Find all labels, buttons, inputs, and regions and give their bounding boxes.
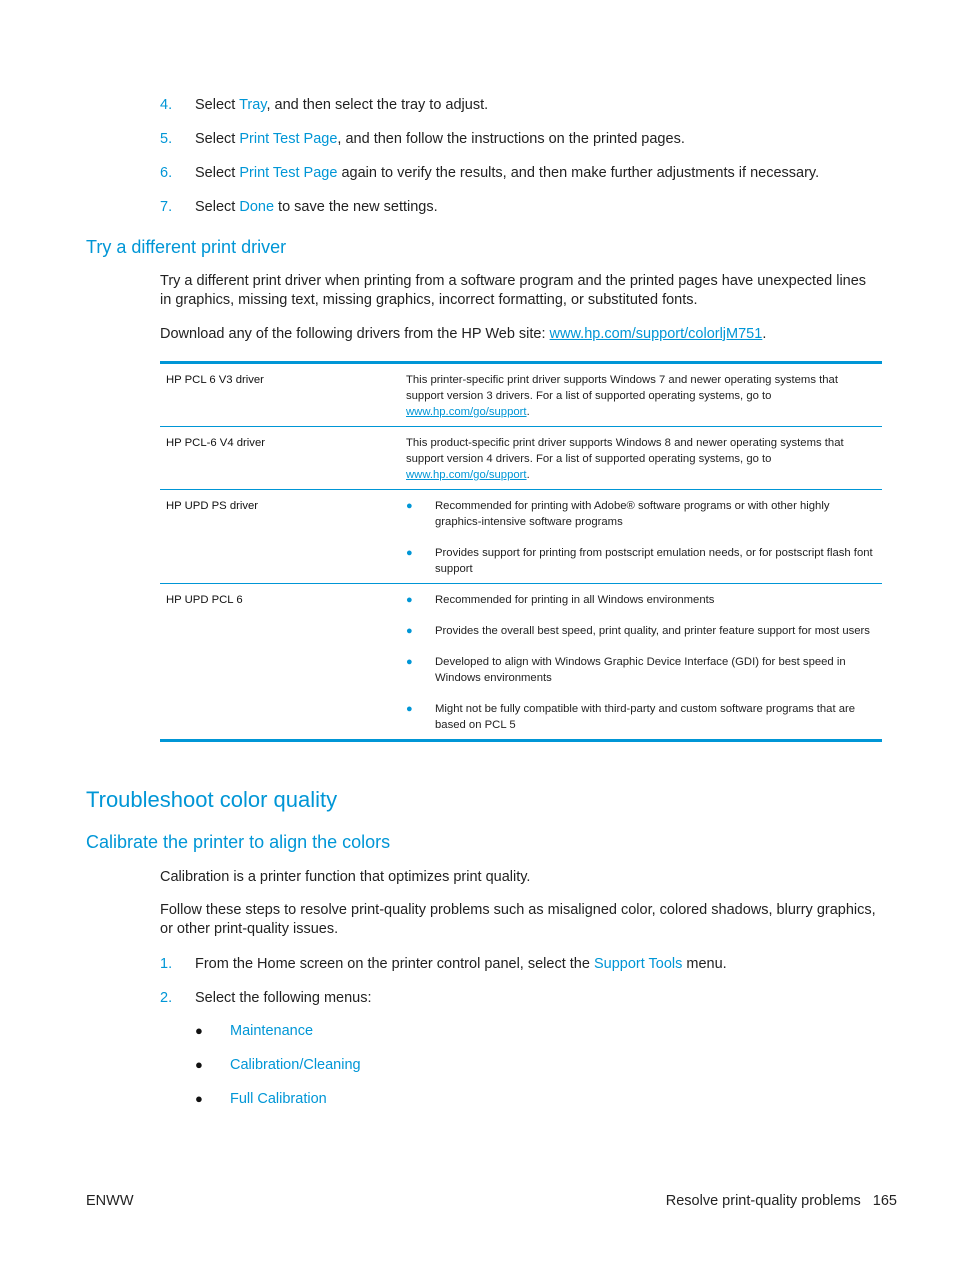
color-section-heading: Troubleshoot color quality <box>86 787 338 812</box>
driver-name: HP UPD PS driver <box>160 489 400 584</box>
step-7: 7. Select Done to save the new settings. <box>160 199 438 215</box>
bullet-icon: ● <box>406 625 413 637</box>
calibration-steps-list: 1. From the Home screen on the printer co… <box>160 954 727 1022</box>
hp-go-support-link[interactable]: www.hp.com/go/support <box>406 406 527 418</box>
driver-description: ● Recommended for printing with Adobe® so… <box>400 489 882 584</box>
page-number: 165 <box>872 1193 897 1209</box>
list-item: ● Provides support for printing from post… <box>406 547 873 575</box>
step-5: 5. Select Print Test Page, and then follo… <box>160 131 685 147</box>
top-steps-list: 4. Select Tray, and then select the tray … <box>160 95 819 231</box>
driver-name: HP PCL-6 V4 driver <box>160 426 400 490</box>
print-test-page-link[interactable]: Print Test Page <box>239 165 337 181</box>
footer-section-title: Resolve print-quality problems <box>665 1193 861 1209</box>
bullet-icon: ● <box>195 1091 203 1106</box>
table-row: HP UPD PCL 6 ● Recommended for printing i… <box>160 583 882 741</box>
list-item: ● Recommended for printing in all Windows… <box>406 594 715 606</box>
list-item: ● Recommended for printing with Adobe® so… <box>406 500 830 528</box>
list-item: ● Provides the overall best speed, print … <box>406 625 870 637</box>
support-tools-link[interactable]: Support Tools <box>594 956 682 972</box>
bullet-icon: ● <box>406 547 413 559</box>
bullet-icon: ● <box>195 1023 203 1038</box>
driver-description: ● Recommended for printing in all Windows… <box>400 583 882 741</box>
step-4: 4. Select Tray, and then select the tray … <box>160 97 489 113</box>
support-url-link[interactable]: www.hp.com/support/colorljM751 <box>550 326 763 342</box>
step-1: 1. From the Home screen on the printer co… <box>160 956 727 972</box>
footer-locale: ENWW <box>86 1193 134 1209</box>
feature-list: ● Recommended for printing in all Windows… <box>406 592 876 733</box>
list-item: ● Maintenance <box>195 1021 361 1055</box>
tray-menu-link[interactable]: Tray <box>239 97 266 113</box>
driver-description: This printer-specific print driver suppo… <box>406 374 838 418</box>
driver-name: HP PCL 6 V3 driver <box>166 374 264 386</box>
download-text: Download any of the following drivers fr… <box>160 326 767 342</box>
bullet-icon: ● <box>406 594 413 606</box>
table-row: HP PCL 6 V3 driver This printer-specific… <box>160 363 882 427</box>
driver-section-heading: Try a different print driver <box>86 237 287 257</box>
table-row: HP PCL-6 V4 driver This product-specific… <box>160 426 882 490</box>
full-calibration-link[interactable]: Full Calibration <box>230 1091 327 1107</box>
driver-description: This product-specific print driver suppo… <box>400 426 882 490</box>
bullet-icon: ● <box>406 703 413 715</box>
print-test-page-link[interactable]: Print Test Page <box>239 131 337 147</box>
feature-list: ● Recommended for printing with Adobe® so… <box>406 498 876 577</box>
driver-name: HP UPD PCL 6 <box>160 583 400 741</box>
menu-path-list: ● Maintenance ● Calibration/Cleaning ● Full… <box>195 1021 361 1123</box>
calibration-cleaning-link[interactable]: Calibration/Cleaning <box>230 1057 361 1073</box>
calibration-steps-intro: Follow these steps to resolve print-qual… <box>160 902 876 937</box>
bullet-icon: ● <box>195 1057 203 1072</box>
list-item: ● Might not be fully compatible with thir… <box>406 703 856 731</box>
list-item: ● Developed to align with Windows Graphic… <box>406 656 846 684</box>
bullet-icon: ● <box>406 656 413 668</box>
list-item: ● Calibration/Cleaning <box>195 1055 361 1089</box>
hp-go-support-link[interactable]: www.hp.com/go/support <box>406 469 527 481</box>
driver-intro-text: Try a different print driver when printi… <box>160 273 867 308</box>
step-6: 6. Select Print Test Page again to verify… <box>160 165 820 181</box>
maintenance-link[interactable]: Maintenance <box>230 1023 313 1039</box>
list-item: ● Full Calibration <box>195 1089 361 1123</box>
step-2: 2. Select the following menus: <box>160 990 372 1006</box>
bullet-icon: ● <box>406 500 413 512</box>
done-link[interactable]: Done <box>239 199 274 215</box>
table-row: HP UPD PS driver ● Recommended for printi… <box>160 489 882 584</box>
calibration-intro: Calibration is a printer function that o… <box>160 869 531 885</box>
footer-section: Resolve print-quality problems 165 <box>666 1193 897 1209</box>
drivers-table: HP PCL 6 V3 driver This printer-specific… <box>160 361 882 742</box>
calibrate-heading: Calibrate the printer to align the color… <box>86 832 391 852</box>
